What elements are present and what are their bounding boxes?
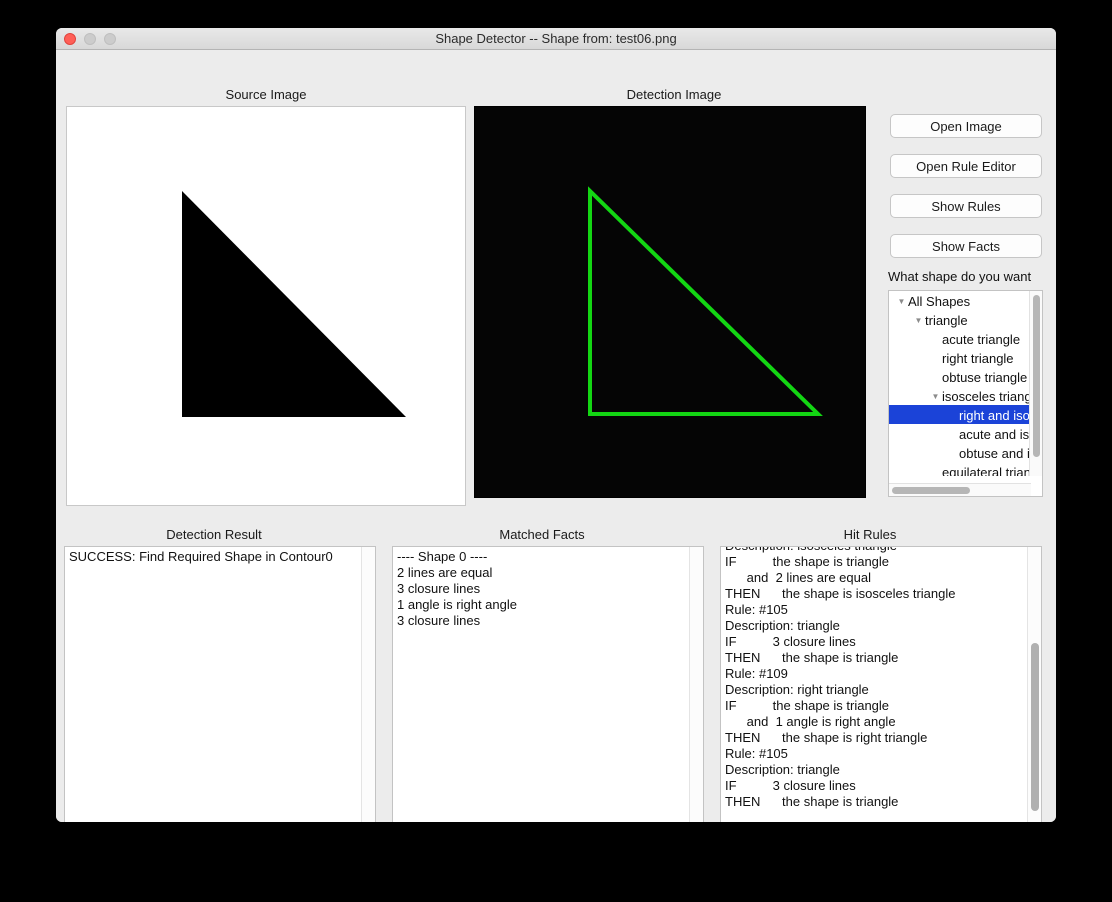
close-button[interactable] xyxy=(64,33,76,45)
shape-tree-item[interactable]: right and isosceles triangle xyxy=(889,405,1031,424)
shape-tree-rows[interactable]: ▼ All Shapes ▼ triangle acute triangle right … xyxy=(889,291,1031,476)
shape-tree-item[interactable]: obtuse and isosceles triangle xyxy=(889,443,1031,462)
source-image-panel[interactable] xyxy=(66,106,466,506)
shape-tree-item[interactable]: ▼ triangle xyxy=(889,310,1031,329)
text-line: 1 angle is right angle xyxy=(397,597,517,612)
text-line: THEN the shape is triangle xyxy=(725,650,899,665)
hit-rules-text: Description: isosceles triangleIF the sh… xyxy=(725,547,1025,810)
text-line: Description: isosceles triangle xyxy=(725,547,1025,554)
window-controls xyxy=(64,28,116,50)
text-line: and 1 angle is right angle xyxy=(725,714,896,729)
text-line: Description: right triangle xyxy=(725,682,869,697)
hit-rules-title: Hit Rules xyxy=(843,527,897,542)
detection-result-text: SUCCESS: Find Required Shape in Contour0 xyxy=(69,549,359,565)
text-line: 3 closure lines xyxy=(397,581,481,596)
shape-tree-item-label: obtuse and isosceles triangle xyxy=(959,446,1031,462)
app-window: Shape Detector -- Shape from: test06.png… xyxy=(56,28,1056,822)
text-line: ---- Shape 0 ---- xyxy=(397,549,488,564)
scrollbar-thumb[interactable] xyxy=(1031,643,1039,811)
text-line: THEN the shape is isosceles triangle xyxy=(725,586,956,601)
shape-tree-item[interactable]: acute and isosceles triangle xyxy=(889,424,1031,443)
show-facts-button[interactable]: Show Facts xyxy=(890,234,1042,258)
shape-tree-item-label: triangle xyxy=(925,313,968,329)
disclosure-triangle-expanded-icon[interactable]: ▼ xyxy=(912,311,925,330)
text-line: 2 lines are equal xyxy=(397,565,493,580)
text-line: and 2 lines are equal xyxy=(725,570,871,585)
maximize-button[interactable] xyxy=(104,33,116,45)
shape-tree-item-label: equilateral triangle xyxy=(942,465,1031,476)
text-line: Rule: #109 xyxy=(725,666,788,681)
text-line: Rule: #105 xyxy=(725,602,788,617)
shape-tree-item[interactable]: obtuse triangle xyxy=(889,367,1031,386)
text-line: THEN the shape is right triangle xyxy=(725,730,928,745)
shape-tree-item-label: All Shapes xyxy=(908,294,971,310)
text-line: IF the shape is triangle xyxy=(725,698,890,713)
text-line: IF the shape is triangle xyxy=(725,554,890,569)
text-line: IF 3 closure lines xyxy=(725,634,856,649)
shape-tree-item-label: acute triangle xyxy=(942,332,1021,348)
shape-tree-item-label: right and isosceles triangle xyxy=(959,408,1031,424)
shape-tree-horizontal-scrollbar[interactable] xyxy=(889,483,1031,496)
matched-facts-text: ---- Shape 0 ---- 2 lines are equal 3 clos… xyxy=(397,549,687,629)
hit-rules-scrollbar[interactable] xyxy=(1027,547,1041,822)
text-line: 3 closure lines xyxy=(397,613,481,628)
detection-image-title: Detection Image xyxy=(626,87,722,102)
shape-tree-item-label: acute and isosceles triangle xyxy=(959,427,1031,443)
shape-tree-item[interactable]: acute triangle xyxy=(889,329,1031,348)
source-image-title: Source Image xyxy=(225,87,307,102)
matched-facts-title: Matched Facts xyxy=(499,527,585,542)
shape-tree[interactable]: ▼ All Shapes ▼ triangle acute triangle right … xyxy=(888,290,1043,497)
show-rules-button[interactable]: Show Rules xyxy=(890,194,1042,218)
title-bar: Shape Detector -- Shape from: test06.png xyxy=(56,28,1056,50)
disclosure-triangle-expanded-icon[interactable]: ▼ xyxy=(895,292,908,311)
text-line: Description: triangle xyxy=(725,618,840,633)
minimize-button[interactable] xyxy=(84,33,96,45)
matched-facts-scrollbar[interactable] xyxy=(689,547,703,822)
shape-tree-item[interactable]: ▼ All Shapes xyxy=(889,291,1031,310)
text-line: IF 3 closure lines xyxy=(725,778,856,793)
shape-tree-item[interactable]: ▼isosceles triangle xyxy=(889,386,1031,405)
hit-rules-panel[interactable]: Description: isosceles triangleIF the sh… xyxy=(720,546,1042,822)
text-line: THEN the shape is triangle xyxy=(725,794,899,809)
shape-tree-item[interactable]: right triangle xyxy=(889,348,1031,367)
window-title: Shape Detector -- Shape from: test06.png xyxy=(435,31,677,46)
matched-facts-panel[interactable]: ---- Shape 0 ---- 2 lines are equal 3 clos… xyxy=(392,546,704,822)
shape-tree-item-label: right triangle xyxy=(942,351,1014,367)
detection-result-scrollbar[interactable] xyxy=(361,547,375,822)
open-rule-editor-button[interactable]: Open Rule Editor xyxy=(890,154,1042,178)
text-line: Rule: #105 xyxy=(725,746,788,761)
shape-tree-item-label: obtuse triangle xyxy=(942,370,1028,386)
shape-tree-item[interactable]: equilateral triangle xyxy=(889,462,1031,476)
detection-result-title: Detection Result xyxy=(166,527,262,542)
window-content: Source Image Detection Image Open Image … xyxy=(56,50,1056,822)
open-image-button[interactable]: Open Image xyxy=(890,114,1042,138)
detection-result-panel[interactable]: SUCCESS: Find Required Shape in Contour0 xyxy=(64,546,376,822)
text-line: SUCCESS: Find Required Shape in Contour0 xyxy=(69,549,333,564)
disclosure-triangle-expanded-icon[interactable]: ▼ xyxy=(929,387,942,406)
source-image-shape xyxy=(67,107,465,505)
shape-tree-vertical-scrollbar[interactable] xyxy=(1029,291,1042,476)
shape-tree-item-label: isosceles triangle xyxy=(942,389,1031,405)
shape-selector-label: What shape do you want xyxy=(888,269,1032,284)
detection-image-panel[interactable] xyxy=(474,106,866,498)
scrollbar-thumb[interactable] xyxy=(1033,295,1040,457)
detection-image-shape xyxy=(475,107,865,497)
scrollbar-thumb[interactable] xyxy=(892,487,970,494)
text-line: Description: triangle xyxy=(725,762,840,777)
